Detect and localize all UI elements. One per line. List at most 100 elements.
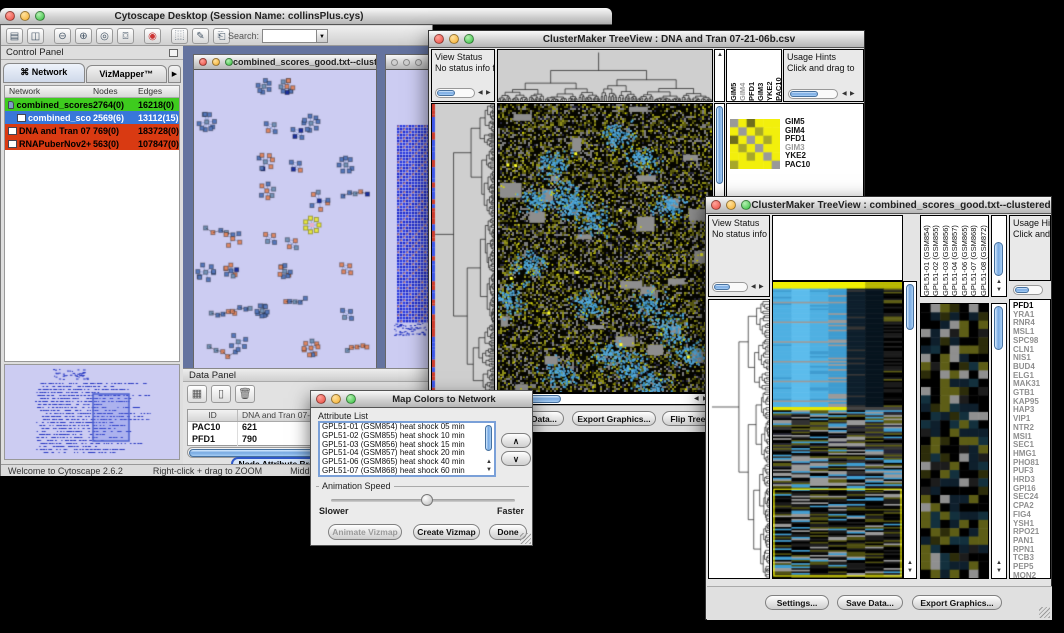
network-overview-canvas[interactable] (4, 364, 180, 460)
tv1-status-scroll-right-icon[interactable]: ▶ (486, 90, 491, 97)
tv1-header-scroll-strip[interactable]: ▲ (714, 49, 725, 102)
attribute-listbox[interactable]: ▲ ▼ GPL51-01 (GSM854) heat shock 05 minG… (318, 421, 496, 477)
minimize-icon[interactable] (20, 11, 30, 21)
tv1-column-label: YKE2 (765, 50, 774, 101)
network-frame-titlebar[interactable]: combined_scores_good.txt--cluste... (194, 55, 376, 70)
main-titlebar[interactable]: Cytoscape Desktop (Session Name: collins… (0, 8, 433, 25)
frame-close-icon[interactable] (199, 58, 207, 66)
tv2-view-status-title: View Status (709, 216, 769, 229)
tv1-minimize-icon[interactable] (449, 34, 459, 44)
button-settings---[interactable]: Settings... (765, 595, 829, 610)
vizmapper-grid-icon[interactable]: ⿲ (171, 28, 188, 44)
tv2-side-vscrollbar[interactable]: ▲▼ (991, 303, 1007, 579)
tv1-view-status-title: View Status (432, 50, 494, 63)
new-attribute-icon[interactable]: ▯ (211, 385, 231, 403)
dialog-zoom-icon[interactable] (346, 394, 356, 404)
tv2-view-status-panel: View Status No status info f ◀ ▶ (708, 215, 770, 297)
tv2-status-scroll-right-icon[interactable]: ▶ (759, 284, 764, 291)
frame2-minimize-icon[interactable] (403, 59, 410, 66)
zoom-fit-icon[interactable]: ◎ (96, 28, 113, 44)
tv2-minimize-icon[interactable] (726, 200, 736, 210)
button-export-graphics---[interactable]: Export Graphics... (912, 595, 1002, 610)
dialog-titlebar[interactable]: Map Colors to Network (311, 391, 532, 408)
attribute-list-scroll-up-icon[interactable]: ▲ (486, 459, 492, 466)
treeview2-title: ClusterMaker TreeView : combined_scores_… (751, 200, 1051, 211)
dialog-button-create-vizmap[interactable]: Create Vizmap (413, 524, 480, 540)
tv2-main-vscrollbar[interactable]: ▲▼ (903, 281, 917, 579)
tab-vizmapper[interactable]: VizMapper™ (86, 65, 168, 83)
treeview2-titlebar[interactable]: ClusterMaker TreeView : combined_scores_… (706, 197, 1051, 214)
network-row[interactable]: RNAPuberNov2+563(0)107847(0) (5, 137, 179, 150)
tv2-usage-scrollbar[interactable] (1013, 285, 1043, 295)
tv1-row-labels: GIM5GIM4PFD1GIM3YKE2PAC10 (785, 118, 810, 170)
network-row[interactable]: DNA and Tran 07769(0)183728(0) (5, 124, 179, 137)
tv1-usage-scroll-left-icon[interactable]: ◀ (842, 91, 847, 98)
control-panel-tabs: ⌘ NetworkVizMapper™▶ (3, 63, 181, 83)
background-network-canvas[interactable] (386, 70, 432, 372)
frame-minimize-icon[interactable] (212, 58, 220, 66)
tv2-main-heatmap[interactable] (772, 281, 903, 579)
tv2-status-scrollbar[interactable] (712, 282, 748, 292)
frame2-close-icon[interactable] (391, 59, 398, 66)
zoom-in-icon[interactable]: ⊕ (75, 28, 92, 44)
tv2-close-icon[interactable] (711, 200, 721, 210)
move-down-button[interactable]: ∨ (501, 451, 531, 466)
zoom-window-icon[interactable] (35, 11, 45, 21)
speed-slider-thumb[interactable] (421, 494, 433, 506)
search-dropdown-icon[interactable]: ▼ (316, 29, 328, 43)
dialog-button-animate-vizmap[interactable]: Animate Vizmap (328, 524, 402, 540)
tv1-close-icon[interactable] (434, 34, 444, 44)
network-row[interactable]: combined_sco2569(6)13112(15) (5, 111, 179, 124)
tv1-mini-heatmap[interactable] (730, 119, 780, 169)
tv1-usage-scrollbar[interactable] (788, 89, 838, 99)
network-row[interactable]: combined_scores2764(0)16218(0) (5, 98, 179, 111)
tv1-heatmap[interactable] (497, 103, 713, 393)
tv1-status-scrollbar[interactable] (435, 88, 475, 98)
tv2-header-scrollbar[interactable]: ▲▼ (991, 215, 1007, 297)
attribute-list-item[interactable]: GPL51-07 (GSM868) heat shock 60 min (320, 467, 494, 476)
tv2-row-dendrogram[interactable] (708, 299, 770, 579)
frame-zoom-icon[interactable] (225, 58, 233, 66)
float-panel-icon[interactable] (169, 49, 178, 57)
treeview1-titlebar[interactable]: ClusterMaker TreeView : DNA and Tran 07-… (429, 31, 864, 48)
frame2-zoom-icon[interactable] (415, 59, 422, 66)
tv1-column-dendrogram[interactable] (497, 49, 713, 102)
tv1-column-label: PFD1 (747, 50, 756, 101)
zoom-out-icon[interactable]: ⊖ (54, 28, 71, 44)
attribute-list-scroll-thumb[interactable] (485, 425, 492, 451)
tv1-usage-hints-text: Click and drag to (784, 63, 863, 74)
tv1-row-dendrogram[interactable] (431, 103, 495, 393)
tv2-usage-hints-title: Usage Hints (1010, 216, 1050, 229)
tv2-column-label: GPL51-03 (GSM856) (941, 216, 950, 296)
tv1-usage-scroll-right-icon[interactable]: ▶ (850, 91, 855, 98)
dialog-close-icon[interactable] (316, 394, 326, 404)
button-save-data---[interactable]: Save Data... (837, 595, 903, 610)
attribute-table-icon[interactable]: ▦ (187, 385, 207, 403)
attribute-list-scroll-down-icon[interactable]: ▼ (486, 467, 492, 474)
save-icon[interactable]: ◫ (27, 28, 44, 44)
zoom-selected-icon[interactable]: ⌼ (117, 28, 134, 44)
tv2-status-scroll-left-icon[interactable]: ◀ (751, 284, 756, 291)
button-export-graphics---[interactable]: Export Graphics... (572, 411, 656, 426)
tv2-gene-list[interactable]: PFD1YRA1RNR4MSL1SPC98CLN1NIS1BUD4ELG1MAK… (1009, 299, 1051, 579)
close-icon[interactable] (5, 11, 15, 21)
annotation-icon[interactable]: ✎ (192, 28, 209, 44)
tab-overflow-icon[interactable]: ▶ (168, 65, 181, 83)
tv1-view-status-text: No status info f (432, 63, 494, 74)
tv2-column-label: GPL51-02 (GSM855) (931, 216, 940, 296)
tv2-side-heatmap[interactable] (920, 303, 989, 579)
resize-grip[interactable] (520, 533, 531, 544)
background-network-frame[interactable] (385, 54, 433, 373)
help-ring-icon[interactable]: ◉ (144, 28, 161, 44)
open-file-icon[interactable]: ▤ (6, 28, 23, 44)
move-up-button[interactable]: ∧ (501, 433, 531, 448)
tab-network[interactable]: ⌘ Network (3, 63, 85, 83)
dialog-minimize-icon[interactable] (331, 394, 341, 404)
delete-attribute-icon[interactable]: 🗑 (235, 385, 255, 403)
tv2-resize-grip[interactable] (1039, 607, 1050, 618)
network-canvas[interactable] (194, 70, 376, 372)
tv2-column-dendrogram-area[interactable] (772, 215, 903, 281)
tv1-status-scroll-left-icon[interactable]: ◀ (478, 90, 483, 97)
tv2-zoom-icon[interactable] (741, 200, 751, 210)
tv1-zoom-icon[interactable] (464, 34, 474, 44)
